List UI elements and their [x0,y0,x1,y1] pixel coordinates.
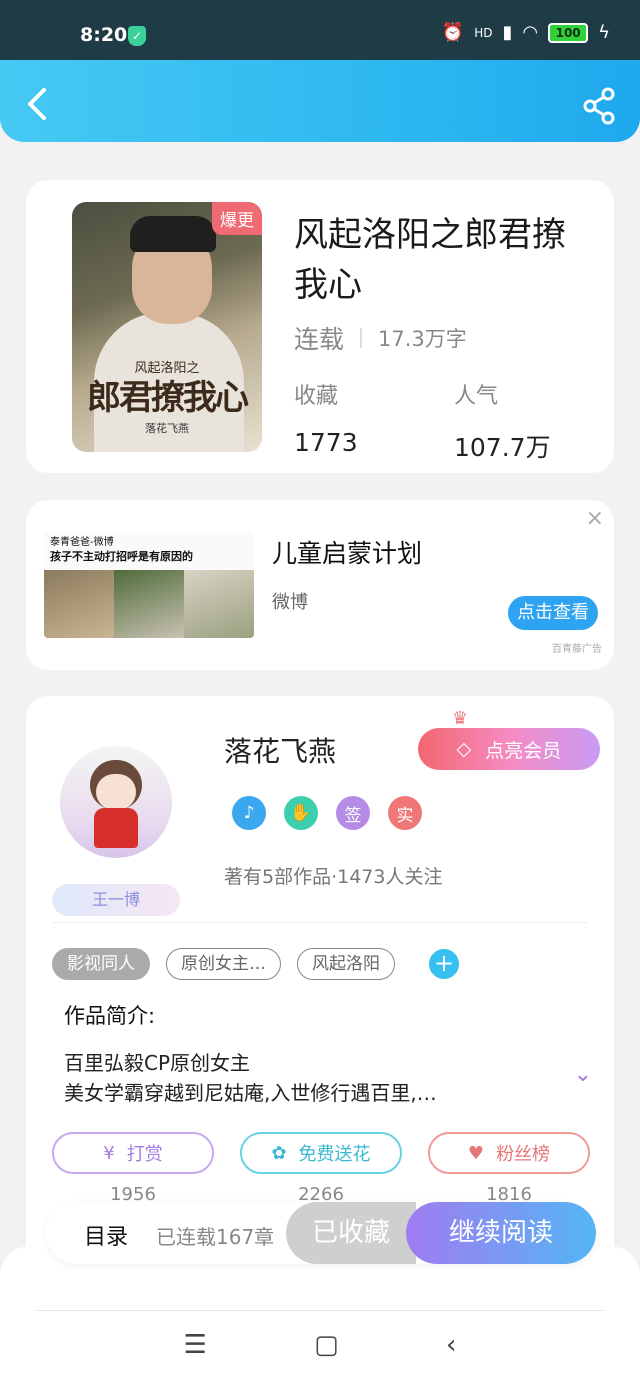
ad-label: 百青藤广告 [552,644,602,655]
send-flower-label: 免费送花 [298,1144,371,1165]
fan-icon: ♥ [467,1142,485,1164]
favorited-button[interactable]: 已收藏 [286,1202,416,1264]
chevron-down-icon[interactable]: ⌄ [574,1062,592,1087]
divider [360,328,363,348]
alarm-icon: ⏰ [441,22,465,43]
ad-view-button[interactable]: 点击查看 [508,596,598,630]
handshake-badge-icon[interactable]: ✋ [284,796,318,830]
intro-label: 作品简介: [64,1004,156,1028]
battery-icon: 100 [548,22,589,43]
favorites-label: 收藏 [294,384,339,409]
verified-badge-icon[interactable]: 实 [388,796,422,830]
popularity-label: 人气 [454,384,499,409]
book-info-card: 风起洛阳之 郎君撩我心 落花飞燕 爆更 风起洛阳之郎君撩我心 连载 17.3万字… [26,180,614,473]
book-tags: 影视同人 原创女主… 风起洛阳 + [52,948,459,980]
action-buttons: ¥ 打赏 ✿ 免费送花 ♥ 粉丝榜 [52,1132,590,1174]
wifi-icon: ◠ [522,22,539,43]
close-icon[interactable]: × [586,506,604,531]
chapter-progress: 已连载167章 [156,1225,275,1249]
top-nav-bar [0,60,640,142]
back-icon[interactable] [20,84,60,124]
honor-badges: ♪ ✋ 签 实 [232,796,422,830]
ad-source: 微博 [272,592,308,613]
fan-ranking-label: 粉丝榜 [496,1144,551,1165]
signal-icon: ▮ [502,22,513,43]
author-name[interactable]: 落花飞燕 [224,730,336,770]
ad-image-account: 泰青爸爸-微博 [50,537,114,548]
popularity-stat: 人气 107.7万 [454,378,551,464]
book-title: 风起洛阳之郎君撩我心 [294,215,566,305]
status-bar: 8:20 ✓ ⏰ HD ▮ ◠ 100 ϟ [0,0,640,60]
add-tag-icon[interactable]: + [429,949,459,979]
reward-button[interactable]: ¥ 打赏 [52,1132,214,1174]
signed-badge-icon[interactable]: 签 [336,796,370,830]
hot-update-badge: 爆更 [212,202,262,235]
tag-item[interactable]: 风起洛阳 [297,948,395,980]
continue-reading-button[interactable]: 继续阅读 [406,1202,596,1264]
avatar-fan-tag: 王一博 [52,884,180,916]
charging-icon: ϟ [598,22,610,43]
favorites-value: 1773 [294,428,358,457]
tag-item[interactable]: 影视同人 [52,948,150,980]
fan-ranking-button[interactable]: ♥ 粉丝榜 [428,1132,590,1174]
book-status-line: 连载 17.3万字 [294,320,467,356]
avatar[interactable] [60,746,172,858]
divider [52,922,588,923]
cover-title: 郎君撩我心 [87,378,249,418]
reading-bar: 目录 已连载167章 已收藏 继续阅读 [46,1202,596,1264]
hd-signal-icon: HD [474,25,493,40]
toc-button[interactable]: 目录 [84,1219,128,1251]
send-flower-button[interactable]: ✿ 免费送花 [240,1132,402,1174]
shield-icon: ✓ [128,26,146,46]
ad-image[interactable]: 泰青爸爸-微博 孩子不主动打招呼是有原因的 [44,532,254,638]
menu-icon[interactable]: ☰ [184,1330,207,1360]
popularity-value: 107.7万 [454,433,551,462]
serial-status: 连载 [294,325,345,354]
flower-icon: ✿ [271,1142,287,1164]
back-nav-icon[interactable]: ‹ [446,1330,456,1360]
home-icon[interactable]: ▢ [314,1330,339,1360]
ad-image-headline: 孩子不主动打招呼是有原因的 [50,550,193,563]
nav-divider [36,1310,604,1311]
yuan-icon: ¥ [103,1142,115,1164]
author-works-info: 著有5部作品·1473人关注 [224,866,443,888]
avatar-face [96,774,136,810]
favorites-stat: 收藏 1773 [294,378,358,457]
vip-button-label: 点亮会员 [485,739,562,762]
status-icons: ⏰ HD ▮ ◠ 100 ϟ [442,22,610,43]
vip-button[interactable]: ◇ 点亮会员 [418,728,600,770]
ad-title: 儿童启蒙计划 [272,539,423,568]
diamond-icon: ◇ [456,738,472,760]
crown-icon: ♛ [451,708,468,729]
bottom-sheet [0,1246,640,1387]
word-count: 17.3万字 [378,327,467,351]
system-nav-bar: ☰ ▢ ‹ [0,1330,640,1360]
intro-line: 美女学霸穿越到尼姑庵,入世修行遇百里,… [64,1081,437,1105]
intro-line: 百里弘毅CP原创女主 [64,1051,251,1075]
book-cover[interactable]: 风起洛阳之 郎君撩我心 落花飞燕 爆更 [72,202,262,452]
ad-image-photos [44,570,254,638]
ad-card[interactable]: 泰青爸爸-微博 孩子不主动打招呼是有原因的 儿童启蒙计划 微博 × 点击查看 百… [26,500,614,670]
status-time: 8:20 [80,24,128,46]
reward-label: 打赏 [126,1144,163,1165]
avatar-body [94,808,138,848]
cover-author: 落花飞燕 [145,422,189,435]
ad-image-header: 泰青爸爸-微博 孩子不主动打招呼是有原因的 [44,532,254,570]
cover-hat [130,216,216,252]
intro-text[interactable]: 百里弘毅CP原创女主 美女学霸穿越到尼姑庵,入世修行遇百里,… [64,1048,544,1108]
tag-item[interactable]: 原创女主… [166,948,281,980]
music-badge-icon[interactable]: ♪ [232,796,266,830]
share-icon[interactable] [580,86,620,126]
